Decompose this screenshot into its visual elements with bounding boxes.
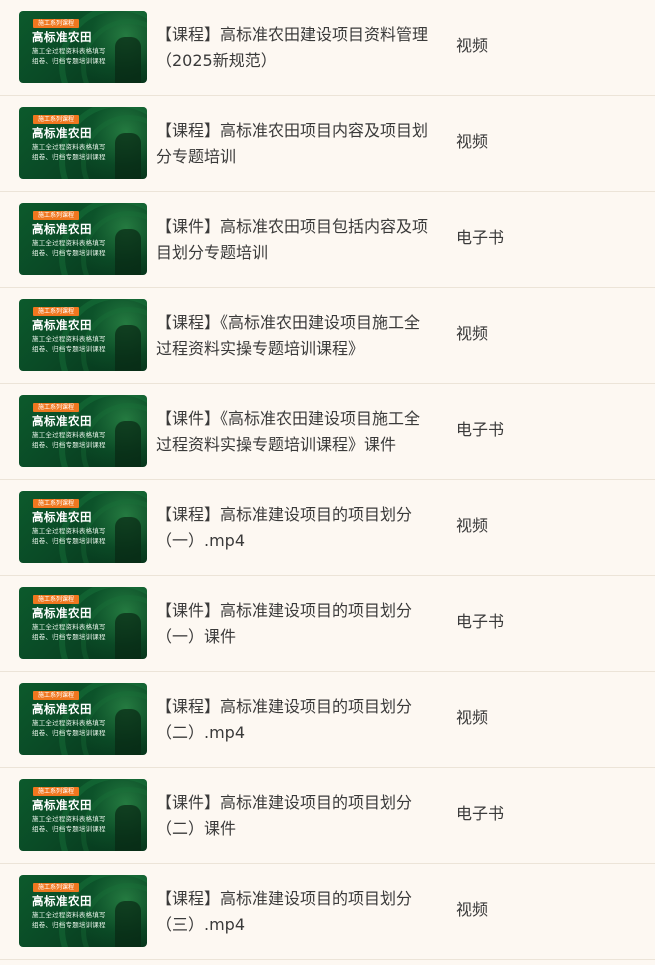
item-title[interactable]: 【课程】《高标准农田建设项目施工全过程资料实操专题培训课程》	[156, 310, 428, 362]
list-item[interactable]: 施工系列课程 高标准农田 施工全过程资料表格填写 组卷、归档专题培训课程 【课程…	[0, 288, 655, 384]
thumbnail-figure	[115, 229, 141, 275]
thumbnail-title: 高标准农田	[32, 798, 92, 812]
item-title[interactable]: 【课件】高标准农田项目包括内容及项目划分专题培训	[156, 214, 428, 266]
thumbnail-subtitle: 施工全过程资料表格填写	[32, 47, 106, 55]
course-list: 施工系列课程 高标准农田 施工全过程资料表格填写 组卷、归档专题培训课程 【课程…	[0, 0, 655, 960]
thumbnail-subtitle: 施工全过程资料表格填写	[32, 623, 106, 631]
list-item[interactable]: 施工系列课程 高标准农田 施工全过程资料表格填写 组卷、归档专题培训课程 【课程…	[0, 480, 655, 576]
thumbnail-subtitle: 施工全过程资料表格填写	[32, 143, 106, 151]
item-type: 视频	[456, 708, 489, 727]
course-thumbnail[interactable]: 施工系列课程 高标准农田 施工全过程资料表格填写 组卷、归档专题培训课程	[19, 395, 147, 467]
thumbnail-subtitle: 施工全过程资料表格填写	[32, 335, 106, 343]
thumbnail-subtitle: 组卷、归档专题培训课程	[32, 537, 106, 545]
item-type: 电子书	[456, 228, 505, 247]
list-item[interactable]: 施工系列课程 高标准农田 施工全过程资料表格填写 组卷、归档专题培训课程 【课件…	[0, 384, 655, 480]
thumbnail-tag: 施工系列课程	[33, 883, 80, 892]
thumbnail-title: 高标准农田	[32, 606, 92, 620]
list-item[interactable]: 施工系列课程 高标准农田 施工全过程资料表格填写 组卷、归档专题培训课程 【课程…	[0, 864, 655, 960]
list-item[interactable]: 施工系列课程 高标准农田 施工全过程资料表格填写 组卷、归档专题培训课程 【课程…	[0, 0, 655, 96]
thumbnail-title: 高标准农田	[32, 510, 92, 524]
course-thumbnail[interactable]: 施工系列课程 高标准农田 施工全过程资料表格填写 组卷、归档专题培训课程	[19, 107, 147, 179]
item-type: 视频	[456, 900, 489, 919]
thumbnail-subtitle: 组卷、归档专题培训课程	[32, 921, 106, 929]
thumbnail-title: 高标准农田	[32, 126, 92, 140]
item-type: 视频	[456, 516, 489, 535]
thumbnail-subtitle: 组卷、归档专题培训课程	[32, 633, 106, 641]
thumbnail-tag: 施工系列课程	[33, 211, 80, 220]
course-thumbnail[interactable]: 施工系列课程 高标准农田 施工全过程资料表格填写 组卷、归档专题培训课程	[19, 491, 147, 563]
list-item[interactable]: 施工系列课程 高标准农田 施工全过程资料表格填写 组卷、归档专题培训课程 【课件…	[0, 192, 655, 288]
thumbnail-subtitle: 组卷、归档专题培训课程	[32, 345, 106, 353]
item-title[interactable]: 【课件】高标准建设项目的项目划分（二）课件	[156, 790, 428, 842]
list-item[interactable]: 施工系列课程 高标准农田 施工全过程资料表格填写 组卷、归档专题培训课程 【课程…	[0, 96, 655, 192]
thumbnail-figure	[115, 37, 141, 83]
thumbnail-figure	[115, 901, 141, 947]
item-type: 电子书	[456, 420, 505, 439]
thumbnail-tag: 施工系列课程	[33, 691, 80, 700]
item-type: 电子书	[456, 612, 505, 631]
item-type: 视频	[456, 132, 489, 151]
thumbnail-subtitle: 施工全过程资料表格填写	[32, 239, 106, 247]
thumbnail-subtitle: 组卷、归档专题培训课程	[32, 249, 106, 257]
thumbnail-tag: 施工系列课程	[33, 19, 80, 28]
thumbnail-tag: 施工系列课程	[33, 787, 80, 796]
item-title[interactable]: 【课程】高标准建设项目的项目划分（一）.mp4	[156, 502, 428, 554]
item-type: 电子书	[456, 804, 505, 823]
item-title[interactable]: 【课程】高标准农田建设项目资料管理（2025新规范）	[156, 22, 428, 74]
item-title[interactable]: 【课程】高标准建设项目的项目划分（二）.mp4	[156, 694, 428, 746]
thumbnail-subtitle: 组卷、归档专题培训课程	[32, 441, 106, 449]
thumbnail-subtitle: 组卷、归档专题培训课程	[32, 57, 106, 65]
thumbnail-subtitle: 组卷、归档专题培训课程	[32, 825, 106, 833]
thumbnail-tag: 施工系列课程	[33, 307, 80, 316]
course-thumbnail[interactable]: 施工系列课程 高标准农田 施工全过程资料表格填写 组卷、归档专题培训课程	[19, 299, 147, 371]
thumbnail-figure	[115, 517, 141, 563]
course-thumbnail[interactable]: 施工系列课程 高标准农田 施工全过程资料表格填写 组卷、归档专题培训课程	[19, 875, 147, 947]
thumbnail-tag: 施工系列课程	[33, 499, 80, 508]
thumbnail-title: 高标准农田	[32, 30, 92, 44]
item-type: 视频	[456, 36, 489, 55]
thumbnail-figure	[115, 421, 141, 467]
thumbnail-subtitle: 组卷、归档专题培训课程	[32, 153, 106, 161]
thumbnail-tag: 施工系列课程	[33, 595, 80, 604]
item-title[interactable]: 【课程】高标准建设项目的项目划分（三）.mp4	[156, 886, 428, 938]
thumbnail-subtitle: 施工全过程资料表格填写	[32, 719, 106, 727]
item-title[interactable]: 【课件】《高标准农田建设项目施工全过程资料实操专题培训课程》课件	[156, 406, 428, 458]
thumbnail-figure	[115, 805, 141, 851]
thumbnail-title: 高标准农田	[32, 414, 92, 428]
thumbnail-tag: 施工系列课程	[33, 403, 80, 412]
thumbnail-subtitle: 施工全过程资料表格填写	[32, 815, 106, 823]
list-item[interactable]: 施工系列课程 高标准农田 施工全过程资料表格填写 组卷、归档专题培训课程 【课件…	[0, 768, 655, 864]
thumbnail-subtitle: 组卷、归档专题培训课程	[32, 729, 106, 737]
thumbnail-title: 高标准农田	[32, 222, 92, 236]
course-thumbnail[interactable]: 施工系列课程 高标准农田 施工全过程资料表格填写 组卷、归档专题培训课程	[19, 683, 147, 755]
thumbnail-title: 高标准农田	[32, 894, 92, 908]
thumbnail-tag: 施工系列课程	[33, 115, 80, 124]
thumbnail-title: 高标准农田	[32, 702, 92, 716]
course-thumbnail[interactable]: 施工系列课程 高标准农田 施工全过程资料表格填写 组卷、归档专题培训课程	[19, 11, 147, 83]
thumbnail-figure	[115, 613, 141, 659]
item-title[interactable]: 【课程】高标准农田项目内容及项目划分专题培训	[156, 118, 428, 170]
thumbnail-figure	[115, 133, 141, 179]
list-item[interactable]: 施工系列课程 高标准农田 施工全过程资料表格填写 组卷、归档专题培训课程 【课件…	[0, 576, 655, 672]
thumbnail-title: 高标准农田	[32, 318, 92, 332]
course-thumbnail[interactable]: 施工系列课程 高标准农田 施工全过程资料表格填写 组卷、归档专题培训课程	[19, 779, 147, 851]
course-thumbnail[interactable]: 施工系列课程 高标准农田 施工全过程资料表格填写 组卷、归档专题培训课程	[19, 587, 147, 659]
item-title[interactable]: 【课件】高标准建设项目的项目划分（一）课件	[156, 598, 428, 650]
thumbnail-subtitle: 施工全过程资料表格填写	[32, 431, 106, 439]
thumbnail-figure	[115, 325, 141, 371]
thumbnail-subtitle: 施工全过程资料表格填写	[32, 527, 106, 535]
list-item[interactable]: 施工系列课程 高标准农田 施工全过程资料表格填写 组卷、归档专题培训课程 【课程…	[0, 672, 655, 768]
thumbnail-figure	[115, 709, 141, 755]
thumbnail-subtitle: 施工全过程资料表格填写	[32, 911, 106, 919]
item-type: 视频	[456, 324, 489, 343]
course-thumbnail[interactable]: 施工系列课程 高标准农田 施工全过程资料表格填写 组卷、归档专题培训课程	[19, 203, 147, 275]
